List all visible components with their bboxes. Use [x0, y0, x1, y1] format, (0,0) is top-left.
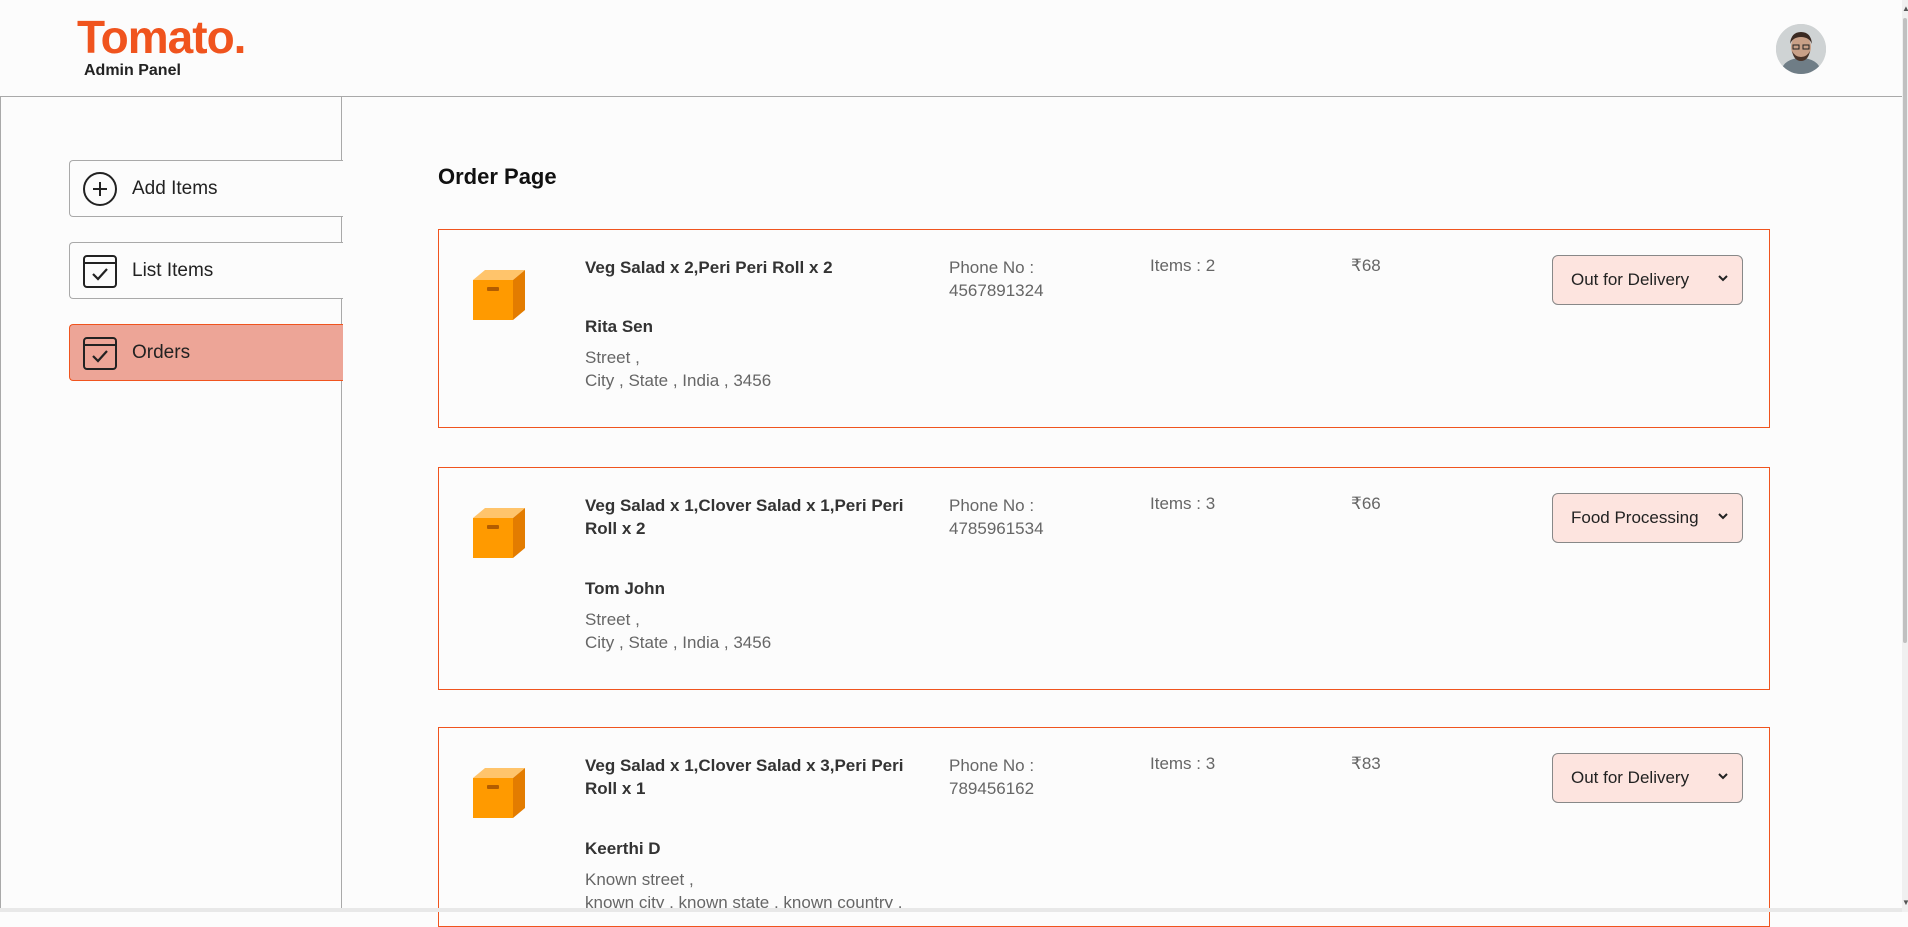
address-line-1: Street ,: [585, 610, 640, 629]
phone: Phone No : 4567891324: [949, 256, 1044, 302]
status-select[interactable]: Food Processing: [1552, 493, 1743, 543]
chevron-down-icon: [1718, 513, 1728, 520]
phone-number: 4567891324: [949, 281, 1044, 300]
order-card: Veg Salad x 2,Peri Peri Roll x 2 Rita Se…: [438, 229, 1770, 428]
item-count: Items : 3: [1150, 494, 1216, 513]
phone: Phone No : 789456162: [949, 754, 1034, 800]
address-line-2: City , State , India , 3456: [585, 371, 772, 390]
status-select[interactable]: Out for Delivery: [1552, 255, 1743, 305]
scrollbar-thumb[interactable]: [1903, 18, 1907, 643]
page-title: Order Page: [438, 164, 557, 189]
phone-number: 789456162: [949, 779, 1035, 798]
checklist-icon: [82, 335, 118, 371]
address-line-2: City , State , India , 3456: [585, 633, 772, 652]
customer-name: Rita Sen: [585, 317, 654, 336]
customer-name: Tom John: [585, 579, 665, 598]
sidebar-item-list-items[interactable]: List Items: [69, 242, 343, 299]
profile-avatar-icon: [1776, 24, 1826, 74]
parcel-icon: [469, 500, 529, 560]
order-card: Veg Salad x 1,Clover Salad x 3,Peri Peri…: [438, 727, 1770, 927]
order-amount: ₹66: [1351, 494, 1381, 513]
address: Street , City , State , India , 3456: [585, 608, 771, 654]
navbar: Tomato. Admin Panel: [0, 0, 1902, 97]
status-value: Food Processing: [1571, 508, 1699, 527]
checklist-icon: [82, 253, 118, 289]
address-line-1: Street ,: [585, 348, 640, 367]
horizontal-scrollbar[interactable]: [0, 908, 1902, 912]
order-card: Veg Salad x 1,Clover Salad x 1,Peri Peri…: [438, 467, 1770, 690]
phone-label: Phone No :: [949, 496, 1035, 515]
status-value: Out for Delivery: [1571, 270, 1690, 289]
item-count: Items : 3: [1150, 754, 1216, 773]
status-value: Out for Delivery: [1571, 768, 1690, 787]
order-amount: ₹68: [1351, 256, 1381, 275]
brand-logo[interactable]: Tomato. Admin Panel: [77, 11, 246, 79]
status-select[interactable]: Out for Delivery: [1552, 753, 1743, 803]
order-items: Veg Salad x 1,Clover Salad x 3,Peri Peri…: [585, 756, 904, 798]
chevron-down-icon: [1718, 773, 1728, 780]
address: Street , City , State , India , 3456: [585, 346, 771, 392]
address-line-1: Known street ,: [585, 870, 694, 889]
phone-label: Phone No :: [949, 756, 1035, 775]
sidebar: Add Items List Items Orders: [0, 97, 343, 912]
sidebar-item-label: List Items: [132, 259, 214, 281]
order-items: Veg Salad x 2,Peri Peri Roll x 2: [585, 258, 833, 277]
sidebar-item-label: Orders: [132, 341, 191, 363]
sidebar-item-add-items[interactable]: Add Items: [69, 160, 343, 217]
sidebar-item-orders[interactable]: Orders: [69, 324, 343, 381]
add-circle-icon: [82, 171, 118, 207]
item-count: Items : 2: [1150, 256, 1216, 275]
chevron-down-icon: [1718, 275, 1728, 282]
phone-label: Phone No :: [949, 258, 1035, 277]
sidebar-item-label: Add Items: [132, 177, 218, 199]
phone: Phone No : 4785961534: [949, 494, 1044, 540]
parcel-icon: [469, 262, 529, 322]
avatar[interactable]: [1776, 24, 1826, 74]
scroll-up-arrow-icon[interactable]: ▲: [1902, 4, 1908, 13]
parcel-icon: [469, 760, 529, 820]
phone-number: 4785961534: [949, 519, 1044, 538]
order-items: Veg Salad x 1,Clover Salad x 1,Peri Peri…: [585, 496, 904, 538]
brand-name: Tomato.: [77, 11, 246, 63]
customer-name: Keerthi D: [585, 839, 661, 858]
order-amount: ₹83: [1351, 754, 1381, 773]
scroll-down-arrow-icon[interactable]: ▼: [1902, 898, 1908, 907]
brand-subtitle: Admin Panel: [84, 62, 181, 79]
